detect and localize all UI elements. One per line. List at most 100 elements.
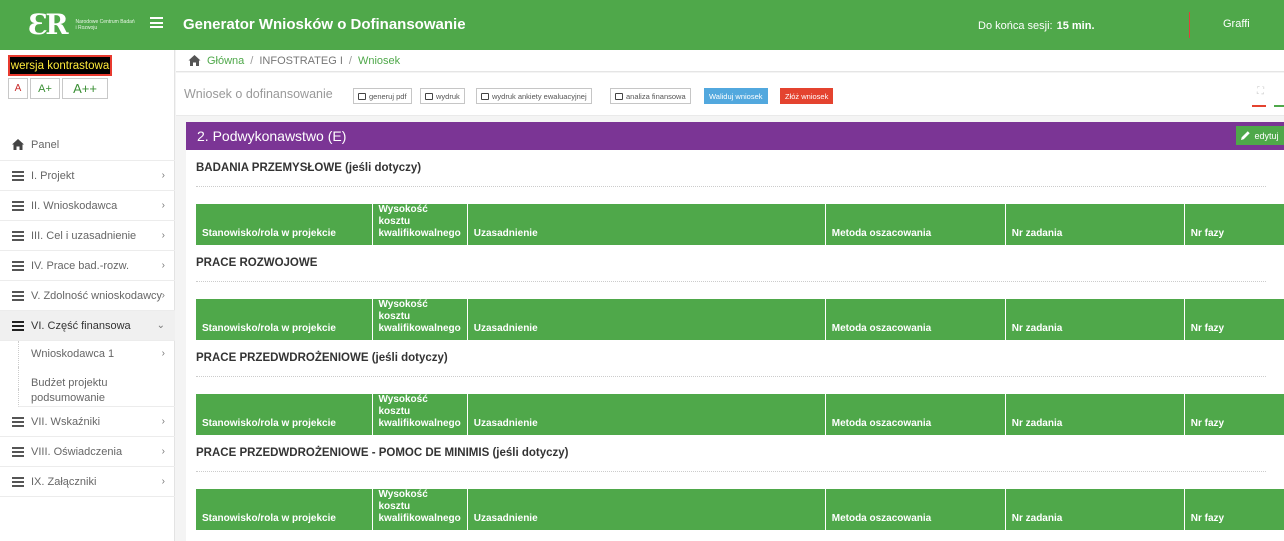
chevron-right-icon: › <box>161 446 165 457</box>
data-table: Stanowisko/rola w projekcie Wysokość kos… <box>196 394 1284 435</box>
column-header: Nr zadania <box>1005 204 1185 245</box>
column-header: Wysokość kosztu kwalifikowalnego <box>372 204 468 245</box>
data-table: Stanowisko/rola w projekcie Wysokość kos… <box>196 489 1284 530</box>
list-icon <box>12 200 24 211</box>
breadcrumb-current[interactable]: Wniosek <box>358 55 400 67</box>
printer-icon <box>481 92 489 100</box>
sidebar-subitem-budzet[interactable]: Budżet projektu <box>18 367 175 389</box>
column-header: Uzasadnienie <box>467 204 826 245</box>
list-icon <box>12 476 24 487</box>
section-title: PRACE PRZEDWDROŻENIOWE - POMOC DE MINIMI… <box>196 435 1266 472</box>
column-header: Metoda oszacowania <box>825 299 1006 340</box>
sidebar-item-label: Panel <box>31 138 60 151</box>
font-large-button[interactable]: A++ <box>62 78 108 99</box>
edit-label: edytuj <box>1254 130 1279 141</box>
printer-icon <box>425 92 433 100</box>
sidebar-item-label: IV. Prace bad.-rozw. <box>31 259 130 272</box>
sidebar-item-label: II. Wnioskodawca <box>31 199 118 212</box>
sidebar-item-label: VII. Wskaźniki <box>31 415 101 428</box>
contrast-toggle-button[interactable]: wersja kontrastowa <box>8 55 112 76</box>
generate-pdf-button[interactable]: generuj pdf <box>353 88 412 104</box>
list-icon <box>12 170 24 181</box>
section-title: BADANIA PRZEMYSŁOWE (jeśli dotyczy) <box>196 150 1266 187</box>
sidebar-item-wskazniki[interactable]: VII. Wskaźniki › <box>0 407 175 437</box>
column-header: Stanowisko/rola w projekcie <box>196 299 373 340</box>
column-header: Uzasadnienie <box>467 299 826 340</box>
column-header: Nr fazy <box>1184 204 1284 245</box>
breadcrumb-separator: / <box>250 54 254 67</box>
print-survey-button[interactable]: wydruk ankiety ewaluacyjnej <box>476 88 592 104</box>
sidebar-subitem-wnioskodawca-1[interactable]: Wnioskodawca 1 › <box>18 341 175 367</box>
breadcrumb-middle[interactable]: INFOSTRATEG I <box>259 55 343 67</box>
breadcrumb-separator: / <box>348 54 352 67</box>
column-header: Nr fazy <box>1184 489 1284 530</box>
sidebar-item-label: VIII. Oświadczenia <box>31 445 123 458</box>
panel-title: 2. Podwykonawstwo (E) <box>197 128 347 144</box>
edit-button[interactable]: edytuj <box>1236 126 1284 145</box>
button-label: generuj pdf <box>369 91 407 101</box>
sidebar-item-panel[interactable]: Panel <box>0 129 175 161</box>
list-icon <box>12 290 24 301</box>
home-icon[interactable] <box>188 55 201 66</box>
breadcrumb: Główna / INFOSTRATEG I / Wniosek <box>176 50 1284 72</box>
sidebar-item-label: III. Cel i uzasadnienie <box>31 229 137 242</box>
sidebar-item-finansowa[interactable]: VI. Część finansowa ⌄ <box>0 311 175 341</box>
sidebar-item-cel[interactable]: III. Cel i uzasadnienie › <box>0 221 175 251</box>
column-header: Nr fazy <box>1184 299 1284 340</box>
font-medium-button[interactable]: A+ <box>30 78 60 99</box>
print-button[interactable]: wydruk <box>420 88 465 104</box>
sidebar-item-prace[interactable]: IV. Prace bad.-rozw. › <box>0 251 175 281</box>
chevron-right-icon: › <box>161 476 165 487</box>
list-icon <box>12 416 24 427</box>
chevron-down-icon: ⌄ <box>156 320 165 331</box>
user-name[interactable]: Graffi <box>1223 18 1250 30</box>
button-label: wydruk ankiety ewaluacyjnej <box>492 91 587 101</box>
chevron-right-icon: › <box>161 170 165 181</box>
breadcrumb-home-link[interactable]: Główna <box>207 55 244 67</box>
sidebar-item-zdolnosc[interactable]: V. Zdolność wnioskodawcy › <box>0 281 175 311</box>
section-rozwojowe: PRACE ROZWOJOWE Stanowisko/rola w projek… <box>186 245 1284 340</box>
logo-mark: ƐR <box>28 8 69 41</box>
font-size-controls: A A+ A++ <box>8 78 110 99</box>
logo-text: Narodowe Centrum Badań i Rozwoju <box>75 19 135 31</box>
menu-toggle-icon[interactable] <box>150 17 163 28</box>
header-divider <box>1189 12 1190 38</box>
financial-analysis-button[interactable]: analiza finansowa <box>610 88 691 104</box>
column-header: Stanowisko/rola w projekcie <box>196 394 373 435</box>
page-title: Wniosek o dofinansowanie <box>184 87 333 101</box>
validate-button[interactable]: Waliduj wniosek <box>704 88 768 104</box>
chevron-right-icon: › <box>161 230 165 241</box>
sidebar-item-wnioskodawca[interactable]: II. Wnioskodawca › <box>0 191 175 221</box>
chevron-right-icon: › <box>161 290 165 301</box>
sidebar-subitem-label: Wnioskodawca 1 <box>31 348 115 360</box>
logo[interactable]: ƐR Narodowe Centrum Badań i Rozwoju <box>0 0 175 50</box>
chevron-right-icon: › <box>161 200 165 211</box>
sidebar: wersja kontrastowa A A+ A++ Panel I. Pro… <box>0 50 175 541</box>
toolbar: Wniosek o dofinansowanie generuj pdf wyd… <box>176 73 1284 116</box>
column-header: Metoda oszacowania <box>825 489 1006 530</box>
session-value: 15 min. <box>1056 20 1095 32</box>
sidebar-item-oswiadczenia[interactable]: VIII. Oświadczenia › <box>0 437 175 467</box>
printer-icon <box>615 92 623 100</box>
list-icon <box>12 230 24 241</box>
chevron-right-icon: › <box>161 260 165 271</box>
list-icon <box>12 320 24 331</box>
data-table: Stanowisko/rola w projekcie Wysokość kos… <box>196 204 1284 245</box>
list-icon <box>12 446 24 457</box>
session-label: Do końca sesji: <box>978 20 1053 32</box>
sidebar-item-projekt[interactable]: I. Projekt › <box>0 161 175 191</box>
save-icon <box>358 92 366 100</box>
expand-icon[interactable]: ⛶ <box>1257 86 1264 97</box>
font-small-button[interactable]: A <box>8 78 28 99</box>
sidebar-subitem-podsumowanie[interactable]: podsumowanie <box>18 389 175 407</box>
sidebar-item-zalaczniki[interactable]: IX. Załączniki › <box>0 467 175 497</box>
column-header: Nr zadania <box>1005 489 1185 530</box>
button-label: analiza finansowa <box>626 91 686 101</box>
column-header: Nr zadania <box>1005 394 1185 435</box>
sidebar-item-label: VI. Część finansowa <box>31 319 131 332</box>
column-header: Uzasadnienie <box>467 394 826 435</box>
column-header: Stanowisko/rola w projekcie <box>196 489 373 530</box>
chevron-right-icon: › <box>161 416 165 427</box>
submit-button[interactable]: Złóż wniosek <box>780 88 834 104</box>
data-table: Stanowisko/rola w projekcie Wysokość kos… <box>196 299 1284 340</box>
